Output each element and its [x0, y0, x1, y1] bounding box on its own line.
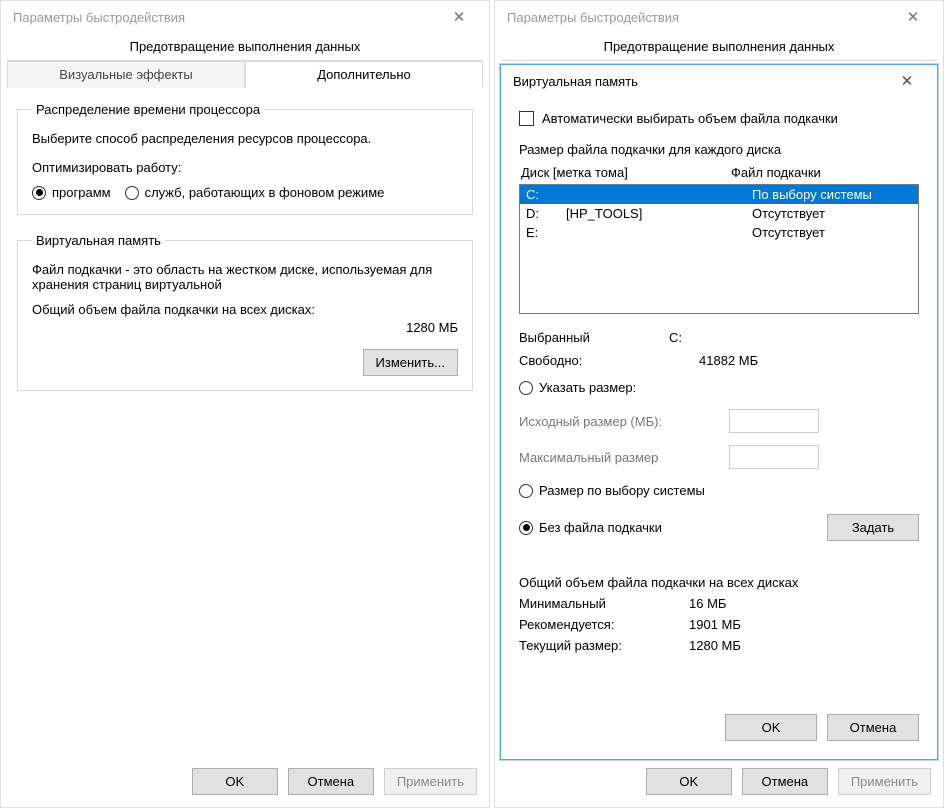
performance-options-dialog-left: Параметры быстродействия ✕ Предотвращени… [0, 0, 490, 808]
close-icon[interactable]: ✕ [887, 72, 927, 90]
initial-size-input[interactable] [729, 409, 819, 433]
close-icon[interactable]: ✕ [893, 8, 933, 26]
tab-dep-right[interactable]: Предотвращение выполнения данных [501, 33, 937, 61]
cur-label: Текущий размер: [519, 638, 689, 653]
disk-label [566, 187, 752, 202]
min-value: 16 МБ [689, 596, 726, 611]
vm-total-value: 1280 МБ [332, 302, 458, 335]
dialog-buttons-left: OK Отмена Применить [7, 760, 483, 801]
processor-scheduling-desc: Выберите способ распределения ресурсов п… [32, 131, 458, 146]
radio-custom-label: Указать размер: [539, 380, 636, 395]
tab-dep[interactable]: Предотвращение выполнения данных [7, 33, 483, 61]
dialog-buttons-right: OK Отмена Применить [501, 760, 937, 801]
vm-title: Виртуальная память [513, 74, 638, 89]
ok-button[interactable]: OK [646, 768, 732, 795]
disk-drive: C: [526, 187, 566, 202]
tab-advanced[interactable]: Дополнительно [245, 61, 483, 88]
selected-label: Выбранный [519, 330, 669, 345]
virtual-memory-group: Виртуальная память Файл подкачки - это о… [17, 233, 473, 391]
ok-button[interactable]: OK [725, 714, 817, 741]
disk-row[interactable]: C: По выбору системы [520, 185, 918, 204]
radio-system-managed[interactable]: Размер по выбору системы [519, 483, 919, 498]
radio-dot-icon [32, 186, 46, 200]
virtual-memory-dialog: Виртуальная память ✕ Автоматически выбир… [500, 64, 938, 760]
vm-total-label: Общий объем файла подкачки на всех диска… [32, 302, 332, 317]
disk-row[interactable]: D: [HP_TOOLS] Отсутствует [520, 204, 918, 223]
size-per-disk-label: Размер файла подкачки для каждого диска [519, 142, 919, 157]
processor-scheduling-group: Распределение времени процессора Выберит… [17, 102, 473, 215]
radio-system-label: Размер по выбору системы [539, 483, 705, 498]
rec-value: 1901 МБ [689, 617, 741, 632]
selected-drive: C: [669, 330, 919, 345]
close-icon[interactable]: ✕ [439, 8, 479, 26]
radio-no-paging-file[interactable]: Без файла подкачки Задать [519, 514, 919, 541]
radio-custom-size[interactable]: Указать размер: [519, 380, 919, 395]
titlebar-left: Параметры быстродействия ✕ [1, 1, 489, 33]
cur-value: 1280 МБ [689, 638, 741, 653]
free-value: 41882 МБ [669, 353, 919, 368]
set-button[interactable]: Задать [827, 514, 919, 541]
radio-programs[interactable]: программ [32, 185, 111, 200]
disk-drive: E: [526, 225, 566, 240]
virtual-memory-legend: Виртуальная память [32, 233, 165, 248]
disk-file: Отсутствует [752, 225, 912, 240]
radio-dot-icon [519, 521, 533, 535]
radio-programs-label: программ [52, 185, 111, 200]
cancel-button[interactable]: Отмена [288, 768, 374, 795]
disk-file: По выбору системы [752, 187, 912, 202]
disk-row[interactable]: E: Отсутствует [520, 223, 918, 242]
title-right: Параметры быстродействия [507, 10, 679, 25]
max-size-input[interactable] [729, 445, 819, 469]
processor-scheduling-legend: Распределение времени процессора [32, 102, 264, 117]
disk-drive: D: [526, 206, 566, 221]
tab-visual-effects[interactable]: Визуальные эффекты [7, 61, 245, 88]
col-disk-header: Диск [метка тома] [521, 165, 731, 180]
cancel-button[interactable]: Отмена [827, 714, 919, 741]
disk-label: [HP_TOOLS] [566, 206, 752, 221]
initial-size-label: Исходный размер (МБ): [519, 414, 729, 429]
change-button[interactable]: Изменить... [363, 349, 458, 376]
total-header: Общий объем файла подкачки на всех диска… [519, 575, 919, 590]
apply-button[interactable]: Применить [838, 768, 931, 795]
title-left: Параметры быстродействия [13, 10, 185, 25]
disk-label [566, 225, 752, 240]
free-label: Свободно: [519, 353, 669, 368]
radio-dot-icon [125, 186, 139, 200]
col-file-header: Файл подкачки [731, 165, 919, 180]
apply-button[interactable]: Применить [384, 768, 477, 795]
radio-none-label: Без файла подкачки [539, 520, 662, 535]
ok-button[interactable]: OK [192, 768, 278, 795]
radio-services-label: служб, работающих в фоновом режиме [145, 185, 385, 200]
radio-dot-icon [519, 484, 533, 498]
auto-manage-checkbox[interactable]: Автоматически выбирать объем файла подка… [519, 111, 919, 126]
min-label: Минимальный [519, 596, 689, 611]
virtual-memory-desc: Файл подкачки - это область на жестком д… [32, 262, 458, 292]
rec-label: Рекомендуется: [519, 617, 689, 632]
cancel-button[interactable]: Отмена [742, 768, 828, 795]
vm-titlebar: Виртуальная память ✕ [501, 65, 937, 97]
auto-manage-label: Автоматически выбирать объем файла подка… [542, 111, 838, 126]
max-size-label: Максимальный размер [519, 450, 729, 465]
radio-background-services[interactable]: служб, работающих в фоновом режиме [125, 185, 385, 200]
optimize-label: Оптимизировать работу: [32, 160, 458, 175]
disk-list[interactable]: C: По выбору системы D: [HP_TOOLS] Отсут… [519, 184, 919, 314]
radio-dot-icon [519, 381, 533, 395]
disk-file: Отсутствует [752, 206, 912, 221]
titlebar-right: Параметры быстродействия ✕ [495, 1, 943, 33]
checkbox-icon [519, 111, 534, 126]
